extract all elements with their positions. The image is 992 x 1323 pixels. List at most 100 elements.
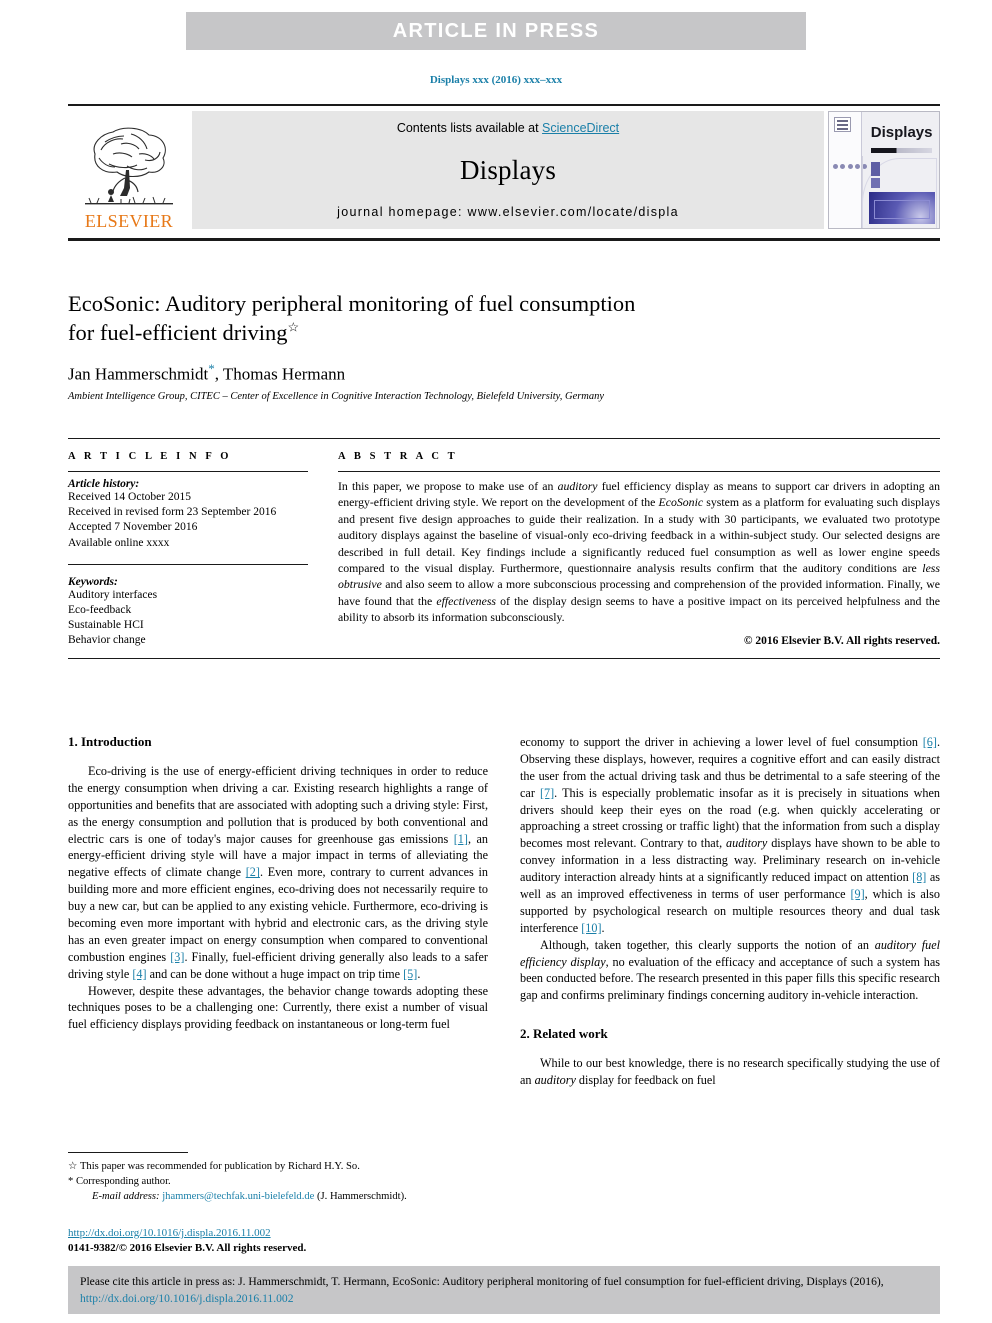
journal-volume-line: Displays xxx (2016) xxx–xxx (429, 74, 563, 86)
article-history-group: Article history: Received 14 October 201… (68, 478, 308, 551)
citation-ref-6[interactable]: [6] (923, 735, 937, 749)
body-left-column: 1. Introduction Eco-driving is the use o… (68, 734, 488, 1164)
abstract-text: In this paper, we propose to make use of… (338, 478, 940, 626)
cover-square-lower (870, 178, 880, 188)
article-info-heading: A R T I C L E I N F O (68, 451, 232, 462)
email-address-label: E-mail address: (92, 1191, 160, 1203)
paragraph-intro-4: Although, taken together, this clearly s… (520, 937, 940, 1005)
abstract-heading: A B S T R A C T (338, 451, 458, 462)
abstract-copyright: © 2016 Elsevier B.V. All rights reserved… (743, 634, 940, 647)
title-block: EcoSonic: Auditory peripheral monitoring… (68, 290, 940, 402)
abstract-emph-effectiveness: effectiveness (436, 593, 496, 608)
para-seg: display for feedback on fuel (575, 1073, 716, 1088)
citation-ref-7[interactable]: [7] (540, 786, 554, 800)
para-seg: . (417, 966, 421, 981)
affiliation: Ambient Intelligence Group, CITEC – Cent… (68, 391, 605, 403)
abstract-seg: In this paper, we propose to make use of… (338, 479, 558, 493)
journal-title: Displays (459, 154, 557, 185)
elsevier-logo: ELSEVIER (68, 106, 190, 234)
cite-text-segment: Please cite this article in press as: J.… (80, 1274, 884, 1288)
article-history-label: Article history: (68, 478, 140, 490)
para-seg: economy to support the driver in achievi… (520, 735, 923, 749)
article-in-press-banner: ARTICLE IN PRESS (186, 12, 806, 50)
citation-ref-10[interactable]: [10] (581, 921, 601, 935)
abstract-emph-auditory: auditory (557, 479, 598, 493)
cite-this-article-text: Please cite this article in press as: J.… (74, 1272, 940, 1308)
footnote-corresponding-text: Corresponding author. (73, 1176, 171, 1188)
para-seg: . (601, 920, 605, 935)
history-accepted: Accepted 7 November 2016 (68, 521, 198, 534)
footnote-recommendation-text: This paper was recommended for publicati… (77, 1161, 360, 1172)
citation-ref-3[interactable]: [3] (170, 950, 184, 964)
info-abstract-region: A R T I C L E I N F O Article history: R… (68, 438, 940, 660)
body-columns: 1. Introduction Eco-driving is the use o… (68, 734, 940, 1164)
cover-title-rule (870, 148, 933, 153)
footnote-block: ☆ This paper was recommended for publica… (68, 1152, 488, 1205)
author-hermann: , Thomas Hermann (214, 364, 346, 384)
section-heading-introduction: 1. Introduction (68, 734, 152, 749)
author-hammerschmidt: Jan Hammerschmidt (68, 364, 209, 384)
doi-link[interactable]: http://dx.doi.org/10.1016/j.displa.2016.… (68, 1226, 528, 1241)
title-line-2: for fuel-efficient driving (68, 319, 288, 345)
paragraph-intro-3-continued: economy to support the driver in achievi… (520, 734, 940, 937)
contents-lists-line: Contents lists available at ScienceDirec… (397, 121, 619, 135)
article-info-rule (68, 471, 308, 472)
contents-lists-prefix: Contents lists available at (396, 121, 543, 135)
footnote-corresponding: * Corresponding author. (68, 1174, 488, 1189)
cover-inner-frame (874, 200, 930, 219)
keyword-item: Sustainable HCI (68, 619, 144, 632)
citation-ref-4[interactable]: [4] (132, 967, 146, 981)
masthead-bottom-rule (68, 238, 940, 241)
paragraph-intro-2: However, despite these advantages, the b… (68, 983, 488, 1032)
elsevier-wordmark: ELSEVIER (84, 211, 174, 231)
keywords-rule (68, 563, 308, 565)
keyword-item: Auditory interfaces (68, 588, 158, 601)
journal-masthead: ELSEVIER Contents lists available at Sci… (68, 104, 940, 234)
journal-cover-thumbnail: Displays (828, 111, 940, 229)
paragraph-related-1: While to our best knowledge, there is no… (520, 1055, 940, 1089)
history-online: Available online xxxx (68, 536, 170, 549)
keywords-group: Keywords: Auditory interfaces Eco-feedba… (68, 571, 308, 649)
keyword-item: Eco-feedback (68, 603, 132, 616)
cover-journal-title: Displays (870, 124, 933, 141)
doi-block: http://dx.doi.org/10.1016/j.displa.2016.… (68, 1226, 528, 1256)
keywords-label: Keywords: (68, 575, 118, 588)
masthead-center-panel: Contents lists available at ScienceDirec… (192, 111, 824, 229)
abstract-emph-ecosonic: EcoSonic (658, 495, 704, 510)
footnote-recommendation: ☆ This paper was recommended for publica… (68, 1159, 488, 1174)
citation-ref-5[interactable]: [5] (403, 967, 417, 981)
history-revised: Received in revised form 23 September 20… (68, 506, 277, 519)
cover-badge-icon (834, 117, 851, 132)
title-line-1: EcoSonic: Auditory peripheral monitoring… (68, 291, 636, 316)
cite-doi-link[interactable]: http://dx.doi.org/10.1016/j.displa.2016.… (80, 1292, 294, 1305)
section-heading-related-work: 2. Related work (520, 1026, 608, 1042)
abstract-column: A B S T R A C T In this paper, we propos… (326, 451, 940, 648)
citation-ref-9[interactable]: [9] (850, 887, 864, 901)
cite-this-article-bar: Please cite this article in press as: J.… (68, 1266, 940, 1314)
elsevier-tree-icon (85, 127, 173, 205)
journal-homepage-line: journal homepage: www.elsevier.com/locat… (337, 205, 679, 219)
paragraph-intro-1: Eco-driving is the use of energy-efficie… (68, 763, 488, 983)
issn-copyright-line: 0141-9382/© 2016 Elsevier B.V. All right… (68, 1241, 307, 1254)
para-seg: and can be done without a huge impact on… (146, 966, 404, 981)
para-seg: Although, taken together, this clearly s… (540, 937, 875, 952)
email-owner-note: (J. Hammerschmidt). (314, 1191, 407, 1203)
citation-ref-1[interactable]: [1] (454, 832, 468, 846)
cover-square-upper (870, 162, 880, 176)
para-emph-auditory-2: auditory (534, 1073, 576, 1088)
title-footnote-star[interactable]: ☆ (288, 319, 300, 334)
citation-ref-2[interactable]: [2] (246, 865, 260, 879)
keyword-item: Behavior change (68, 634, 146, 647)
article-in-press-label: ARTICLE IN PRESS (392, 19, 600, 42)
footnote-email-line: E-mail address: jhammers@techfak.uni-bie… (68, 1189, 488, 1205)
footnote-separator-rule (68, 1152, 188, 1153)
body-right-column: economy to support the driver in achievi… (520, 734, 940, 1164)
para-seg: Eco-driving is the use of energy-efficie… (68, 764, 488, 846)
sciencedirect-link[interactable]: ScienceDirect (542, 121, 619, 135)
citation-ref-8[interactable]: [8] (912, 870, 926, 884)
author-list: Jan Hammerschmidt*, Thomas Hermann (68, 361, 940, 385)
abstract-rule (338, 471, 940, 472)
article-info-column: A R T I C L E I N F O Article history: R… (68, 451, 326, 648)
page-title: EcoSonic: Auditory peripheral monitoring… (68, 290, 940, 348)
author-email-link[interactable]: jhammers@techfak.uni-bielefeld.de (162, 1191, 314, 1202)
